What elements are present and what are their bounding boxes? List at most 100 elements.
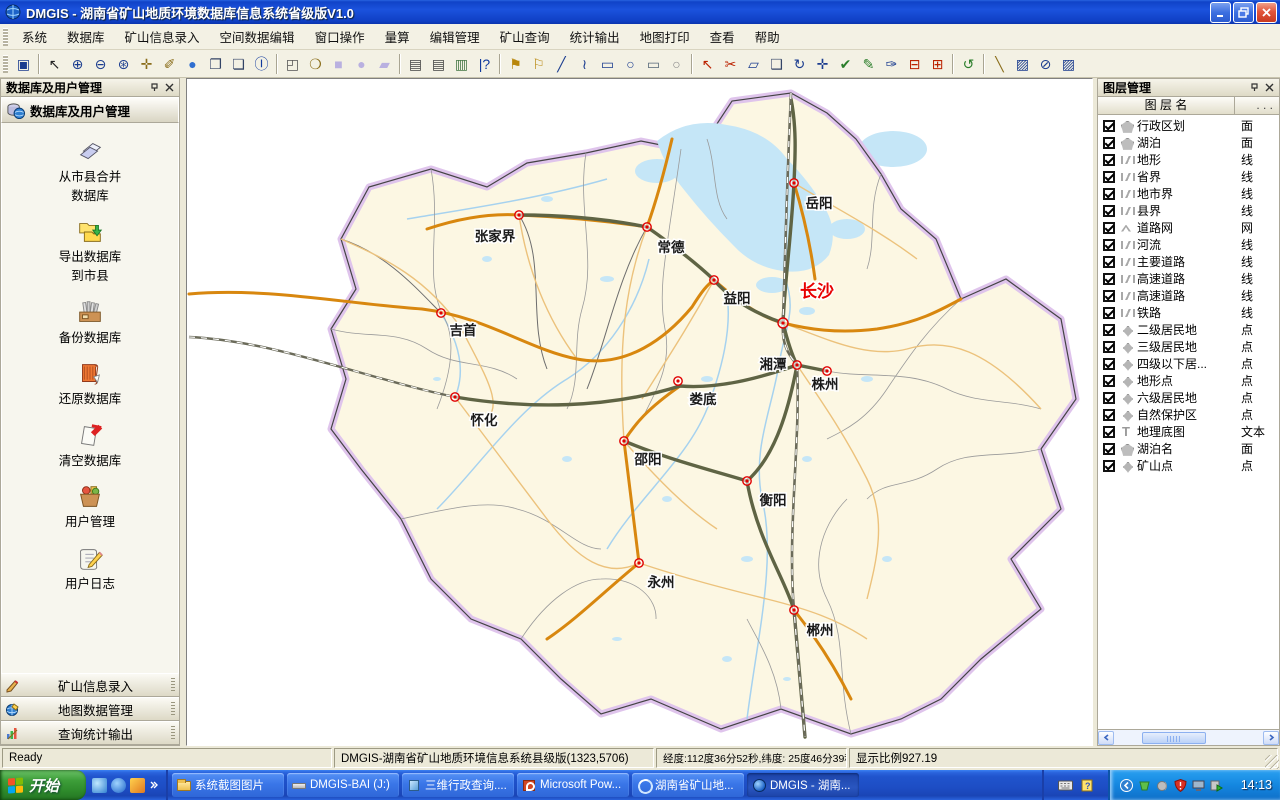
close-panel-icon[interactable] (1262, 81, 1277, 95)
layer-checkbox[interactable] (1103, 460, 1115, 472)
validate-feature-button[interactable]: ✔ (834, 53, 857, 75)
user-management-item[interactable]: 用户管理 (2, 482, 178, 531)
move-feature-button[interactable]: ✛ (811, 53, 834, 75)
label-flag-edit-button[interactable]: ⚐ (527, 53, 550, 75)
hatch-ellipse-button[interactable]: ⊘ (1034, 53, 1057, 75)
layer-row[interactable]: 地形点点 (1098, 372, 1279, 389)
layer-row[interactable]: 高速道路线 (1098, 287, 1279, 304)
export-database-item[interactable]: 导出数据库 到市县 (2, 217, 178, 284)
pin-icon[interactable] (1247, 81, 1262, 95)
draw-line-button[interactable]: ╱ (550, 53, 573, 75)
layer-row[interactable]: 自然保护区点 (1098, 406, 1279, 423)
map-canvas[interactable]: 张家界常德岳阳益阳长沙吉首湘潭株州娄底怀化邵阳衡阳永州郴州 (187, 79, 1092, 745)
group-query-statistics-output[interactable]: 查询统计输出 (1, 721, 179, 745)
user-log-item[interactable]: 用户日志 (2, 544, 178, 593)
layer-row[interactable]: 高速道路线 (1098, 270, 1279, 287)
taskbar-task[interactable]: 三维行政查询.... (402, 773, 514, 797)
layer-checkbox[interactable] (1103, 426, 1115, 438)
zoom-extent-button[interactable]: ⊛ (112, 53, 135, 75)
menu-item-7[interactable]: 编辑管理 (420, 23, 490, 50)
layer-row[interactable]: 行政区划面 (1098, 117, 1279, 134)
map-viewport[interactable]: 张家界常德岳阳益阳长沙吉首湘潭株州娄底怀化邵阳衡阳永州郴州 (186, 78, 1093, 746)
layer-checkbox[interactable] (1103, 290, 1115, 302)
layer-checkbox[interactable] (1103, 188, 1115, 200)
taskbar-task[interactable]: Microsoft Pow... (517, 773, 629, 797)
antivirus-icon[interactable] (1138, 779, 1151, 792)
layer-horizontal-scrollbar[interactable] (1098, 729, 1279, 745)
pan-tool-button[interactable]: ✛ (135, 53, 158, 75)
layer-checkbox[interactable] (1103, 171, 1115, 183)
zoom-in-button[interactable]: ⊕ (66, 53, 89, 75)
pin-icon[interactable] (147, 81, 162, 95)
scroll-right-icon[interactable] (1263, 731, 1279, 745)
layer-checkbox[interactable] (1103, 409, 1115, 421)
hatch-polygon-button[interactable]: ▨ (1057, 53, 1080, 75)
hide-icons-chevron[interactable] (1120, 779, 1133, 792)
layer-row[interactable]: 地形线 (1098, 151, 1279, 168)
menu-item-2[interactable]: 数据库 (57, 23, 115, 50)
undo-button[interactable]: ↺ (957, 53, 980, 75)
layer-checkbox[interactable] (1103, 137, 1115, 149)
restore-button[interactable] (1233, 2, 1254, 23)
print-button[interactable]: ▤ (404, 53, 427, 75)
layer-row[interactable]: 地理底图文本 (1098, 423, 1279, 440)
layer-checkbox[interactable] (1103, 205, 1115, 217)
layer-checkbox[interactable] (1103, 222, 1115, 234)
print-preview-button[interactable]: ◰ (281, 53, 304, 75)
merge-segments-button[interactable]: ⊟ (903, 53, 926, 75)
info-tool-button[interactable]: Ⓘ (250, 53, 273, 75)
refresh-view-button[interactable]: ✐ (158, 53, 181, 75)
draw-circle-button[interactable]: ○ (665, 53, 688, 75)
fill-polygon-button[interactable]: ▰ (373, 53, 396, 75)
select-by-box-button[interactable]: ▱ (742, 53, 765, 75)
clear-database-item[interactable]: 清空数据库 (2, 421, 178, 470)
layer-name-column-header[interactable]: 图 层 名 (1098, 97, 1235, 114)
layer-checkbox[interactable] (1103, 154, 1115, 166)
label-flag-button[interactable]: ⚑ (504, 53, 527, 75)
select-tool-button[interactable]: ↖ (43, 53, 66, 75)
layer-row[interactable]: 省界线 (1098, 168, 1279, 185)
menu-grip[interactable] (3, 28, 8, 46)
layer-checkbox[interactable] (1103, 392, 1115, 404)
menu-item-1[interactable]: 系统 (12, 23, 57, 50)
restore-database-item[interactable]: 还原数据库 (2, 359, 178, 408)
layer-checkbox[interactable] (1103, 443, 1115, 455)
quick-launch-overflow-icon[interactable] (149, 780, 159, 790)
volume-icon[interactable] (1156, 779, 1169, 792)
layer-row[interactable]: 四级以下居...点 (1098, 355, 1279, 372)
layer-row[interactable]: 矿山点点 (1098, 457, 1279, 474)
clock[interactable]: 14:13 (1241, 778, 1272, 792)
layer-row[interactable]: 主要道路线 (1098, 253, 1279, 270)
open-project-button[interactable]: ▣ (12, 53, 35, 75)
draw-polyline-points-button[interactable]: ╲ (988, 53, 1011, 75)
scroll-left-icon[interactable] (1098, 731, 1114, 745)
launch-ie-icon[interactable] (111, 778, 126, 793)
taskbar-task[interactable]: 系统截图图片 (172, 773, 284, 797)
copy-feature-button[interactable]: ❑ (765, 53, 788, 75)
hatch-rectangle-button[interactable]: ▨ (1011, 53, 1034, 75)
keyboard-icon[interactable] (1058, 779, 1073, 792)
minimize-button[interactable] (1210, 2, 1231, 23)
print-map-button[interactable]: ▤ (427, 53, 450, 75)
backup-database-item[interactable]: 备份数据库 (2, 298, 178, 347)
layer-row[interactable]: 河流线 (1098, 236, 1279, 253)
context-help-button[interactable]: |? (473, 53, 496, 75)
split-segments-button[interactable]: ⊞ (926, 53, 949, 75)
group-mine-info-entry[interactable]: 矿山信息录入 (1, 673, 179, 697)
database-server-icon[interactable] (1210, 779, 1223, 792)
taskbar-task[interactable]: 湖南省矿山地... (632, 773, 744, 797)
taskbar-task[interactable]: DMGIS-BAI (J:) (287, 773, 399, 797)
layer-row[interactable]: 地市界线 (1098, 185, 1279, 202)
area-select-button[interactable]: ❍ (304, 53, 327, 75)
layer-checkbox[interactable] (1103, 256, 1115, 268)
cascade-windows-button[interactable]: ❐ (204, 53, 227, 75)
fill-rectangle-button[interactable]: ■ (327, 53, 350, 75)
database-panel-header[interactable]: 数据库及用户管理 (1, 97, 179, 123)
scrollbar-thumb[interactable] (1142, 732, 1206, 744)
menu-item-5[interactable]: 窗口操作 (305, 23, 375, 50)
layer-checkbox[interactable] (1103, 273, 1115, 285)
layer-checkbox[interactable] (1103, 324, 1115, 336)
launch-mail-icon[interactable] (130, 778, 145, 793)
menu-item-12[interactable]: 帮助 (745, 23, 790, 50)
close-panel-icon[interactable] (162, 81, 177, 95)
